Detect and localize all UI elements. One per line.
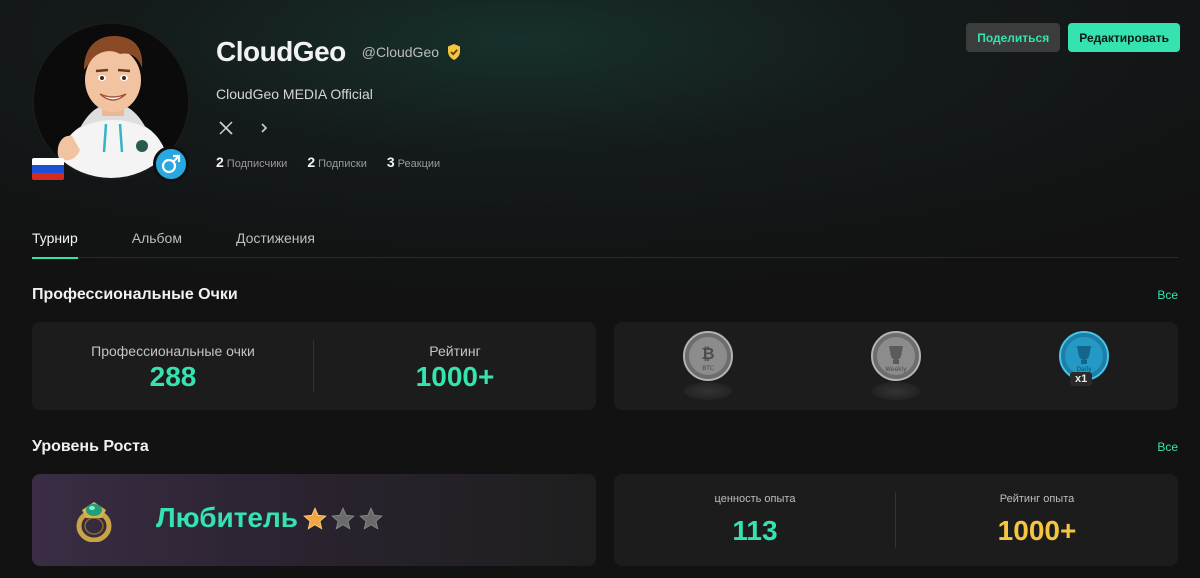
followers-stat[interactable]: 2 Подписчики [216, 154, 287, 172]
bitcoin-badge-icon[interactable]: ₿ BTC [682, 330, 734, 404]
exp-rating-value: 1000+ [997, 515, 1077, 546]
profile-bio: CloudGeo MEDIA Official [216, 86, 373, 102]
daily-badge-count: x1 [1070, 372, 1093, 386]
reactions-stat[interactable]: 3 Реакции [387, 154, 440, 172]
reactions-label: Реакции [397, 158, 441, 170]
following-stat[interactable]: 2 Подписки [307, 154, 367, 172]
tab-tournament[interactable]: Турнир [32, 226, 78, 259]
star-empty-icon [359, 507, 383, 530]
pro-points-value: 288 [149, 361, 197, 392]
profile-name: CloudGeo [216, 36, 346, 67]
pro-points-card: Профессиональные очки 288 Рейтинг 1000+ [32, 322, 596, 410]
russia-flag-icon [32, 158, 64, 180]
profile-stats: 2 Подписчики 2 Подписки 3 Реакции [216, 154, 463, 172]
x-twitter-icon[interactable] [216, 118, 236, 138]
ring-icon [74, 498, 114, 547]
male-icon [153, 146, 189, 182]
growth-see-all-link[interactable]: Все [1157, 440, 1178, 454]
followers-label: Подписчики [226, 158, 288, 170]
badge-reflection [684, 382, 732, 400]
rating-label: Рейтинг [429, 343, 481, 359]
name-row: CloudGeo @CloudGeo [216, 36, 463, 68]
weekly-badge-icon[interactable]: Weekly [870, 330, 922, 404]
level-name: Любитель [156, 502, 298, 533]
badges-card: ₿ BTC Weekly Daily x1 [614, 322, 1178, 410]
social-links [216, 118, 463, 138]
reactions-count: 3 [386, 154, 395, 170]
exp-rating-column: Рейтинг опыта 1000+ [896, 474, 1178, 566]
edit-button[interactable]: Редактировать [1068, 23, 1180, 52]
pro-points-column: Профессиональные очки 288 [32, 322, 314, 410]
following-count: 2 [307, 154, 316, 170]
profile-info: CloudGeo @CloudGeo CloudGeo MEDIA Offici… [216, 36, 463, 172]
avatar-container [32, 22, 192, 182]
star-empty-icon [331, 507, 355, 530]
level-stars [302, 506, 384, 532]
tab-album[interactable]: Альбом [132, 226, 182, 258]
profile-actions: Поделиться Редактировать [966, 23, 1180, 52]
pro-points-label: Профессиональные очки [91, 343, 255, 359]
daily-badge-icon[interactable]: Daily x1 [1058, 330, 1110, 404]
star-filled-icon [303, 507, 327, 530]
exp-rating-label: Рейтинг опыта [999, 493, 1075, 505]
share-button[interactable]: Поделиться [966, 23, 1061, 52]
verified-icon [445, 43, 463, 61]
rating-value: 1000+ [415, 361, 495, 392]
level-card: Любитель [32, 474, 596, 566]
pro-points-see-all-link[interactable]: Все [1157, 288, 1178, 302]
profile-tabs: Турнир Альбом Достижения [32, 226, 1178, 259]
weekly-badge-caption: Weekly [885, 366, 907, 373]
profile-handle: @CloudGeo [361, 44, 440, 60]
rating-column: Рейтинг 1000+ [314, 322, 596, 410]
badge-reflection [872, 382, 920, 400]
bitcoin-badge-caption: BTC [702, 365, 714, 372]
tab-achievements[interactable]: Достижения [236, 226, 315, 258]
exp-value-column: ценность опыта 113 [614, 474, 896, 566]
exp-value: 113 [732, 515, 778, 546]
pro-points-title: Профессиональные Очки [32, 286, 238, 303]
chevron-right-icon[interactable] [254, 118, 274, 138]
following-label: Подписки [318, 158, 367, 170]
growth-level-title: Уровень Роста [32, 438, 149, 455]
svg-text:₿: ₿ [701, 344, 714, 363]
experience-card: ценность опыта 113 Рейтинг опыта 1000+ [614, 474, 1178, 566]
followers-count: 2 [216, 154, 224, 170]
exp-value-label: ценность опыта [714, 493, 796, 505]
